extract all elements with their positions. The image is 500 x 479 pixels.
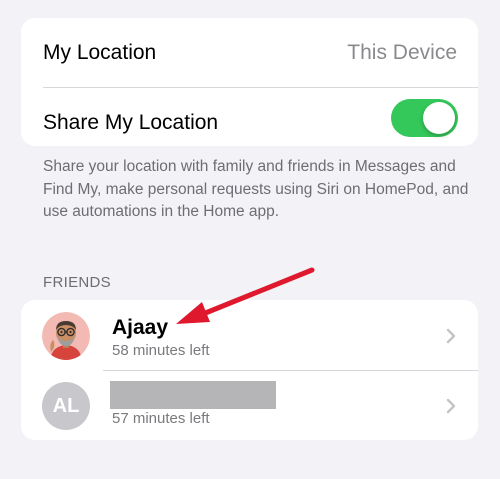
chevron-right-icon	[446, 398, 456, 414]
chevron-right-icon	[446, 328, 456, 344]
friends-list: Ajaay 58 minutes left AL 57 minutes left	[21, 300, 478, 440]
memoji-avatar-icon	[42, 312, 90, 360]
friend-row-al[interactable]: AL 57 minutes left	[21, 370, 478, 440]
share-location-label: Share My Location	[43, 111, 219, 134]
friend-time-left: 58 minutes left	[112, 342, 210, 359]
friend-row-ajaay[interactable]: Ajaay 58 minutes left	[21, 300, 478, 370]
share-location-description: Share your location with family and frie…	[43, 158, 469, 220]
toggle-knob	[423, 102, 455, 134]
friends-section-header: FRIENDS	[43, 274, 111, 291]
initials-avatar: AL	[42, 382, 90, 430]
friend-time-left: 57 minutes left	[112, 410, 210, 427]
share-location-row: Share My Location	[21, 87, 478, 146]
my-location-row[interactable]: My Location This Device	[21, 18, 478, 87]
location-settings-card: My Location This Device Share My Locatio…	[21, 18, 478, 146]
friend-name: Ajaay	[112, 316, 169, 339]
my-location-value: This Device	[347, 41, 457, 64]
redacted-name	[110, 381, 276, 409]
my-location-label: My Location	[43, 41, 157, 64]
share-location-toggle[interactable]	[391, 99, 458, 137]
